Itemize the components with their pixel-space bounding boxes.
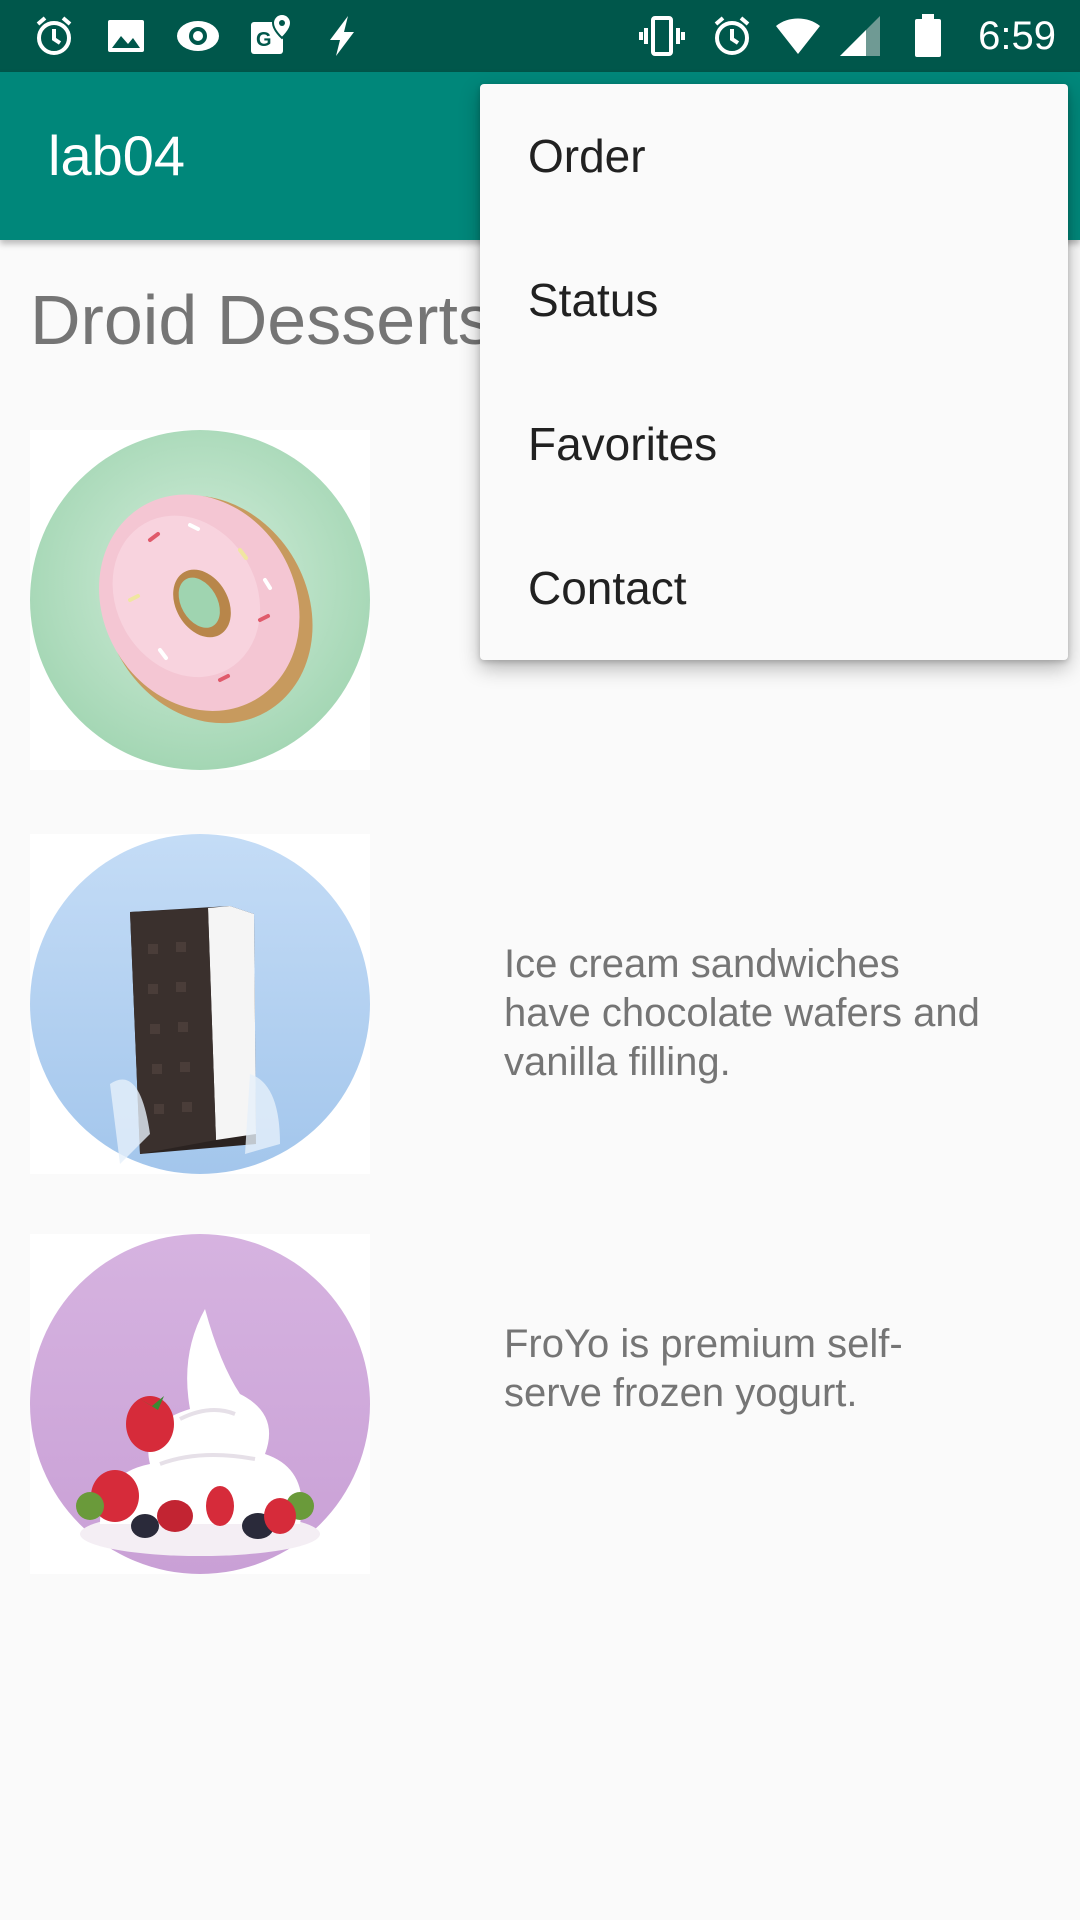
vibrate-icon [638, 12, 686, 60]
ice-cream-sandwich-image[interactable] [30, 834, 370, 1174]
svg-text:G: G [256, 29, 272, 51]
donut-image[interactable] [30, 430, 370, 770]
maps-icon: G [246, 12, 294, 60]
flash-icon [318, 12, 366, 60]
dessert-description: Ice cream sandwiches have chocolate wafe… [504, 942, 980, 1084]
menu-item-contact[interactable]: Contact [480, 516, 1068, 660]
menu-item-status[interactable]: Status [480, 228, 1068, 372]
signal-icon [836, 12, 884, 60]
menu-item-favorites[interactable]: Favorites [480, 372, 1068, 516]
menu-item-order[interactable]: Order [480, 84, 1068, 228]
image-icon [102, 12, 150, 60]
alarm-icon [708, 12, 756, 60]
status-time: 6:59 [978, 14, 1056, 58]
dessert-description: FroYo is premium self-serve frozen yogur… [504, 1322, 903, 1415]
alarm-icon [30, 12, 78, 60]
app-title: lab04 [48, 124, 186, 187]
overflow-menu: Order Status Favorites Contact [480, 84, 1068, 660]
wifi-icon [774, 12, 822, 60]
froyo-image[interactable] [30, 1234, 370, 1574]
eye-icon [174, 12, 222, 60]
battery-icon [904, 12, 952, 60]
status-bar: G 6:59 [0, 0, 1080, 72]
page-heading: Droid Desserts [30, 281, 493, 359]
